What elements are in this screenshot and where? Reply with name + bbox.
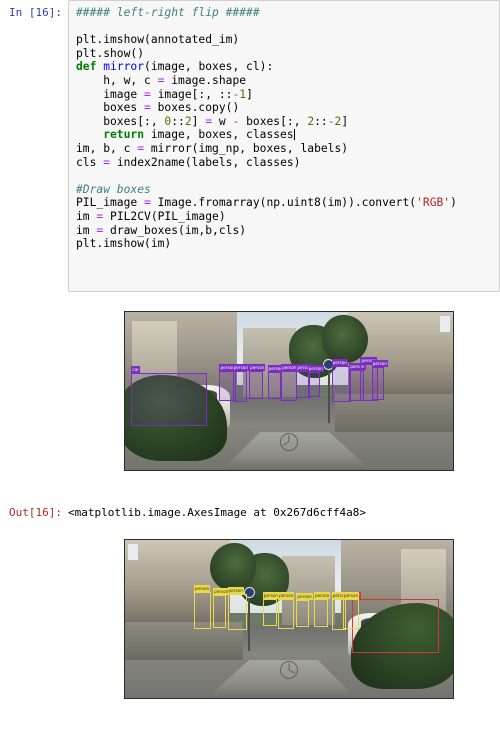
mercedes-star-emblem <box>280 661 298 680</box>
bounding-box-label: person <box>277 591 295 599</box>
bounding-box-person: person <box>307 364 324 398</box>
bounding-box-person: person <box>213 588 230 629</box>
bounding-box-person: person <box>331 359 351 402</box>
output-figure-original: car person person person person person person p… <box>62 303 500 499</box>
function-name-mirror: mirror <box>103 60 145 74</box>
x-tick-mark <box>205 698 206 699</box>
keyword-def: def <box>76 60 97 74</box>
x-tick-mark <box>165 698 166 699</box>
x-tick-mark <box>445 470 446 471</box>
bounding-box-label: person <box>232 363 249 371</box>
notebook-output-text-row: Out[16]: <matplotlib.image.AxesImage at … <box>0 505 500 520</box>
bounding-box-car: car <box>352 592 439 653</box>
bounding-box-person: person <box>232 363 249 402</box>
x-tick-mark <box>405 698 406 699</box>
bounding-box-label: person <box>249 364 266 372</box>
y-tick-mark <box>124 694 125 695</box>
x-tick-mark <box>245 470 246 471</box>
bounding-box-person: person <box>193 585 212 630</box>
bounding-box-car: car <box>131 365 207 427</box>
bounding-box-person: person <box>277 591 295 630</box>
y-tick-mark <box>124 601 125 602</box>
y-tick-mark <box>124 342 125 343</box>
bounding-box-label: person <box>262 592 280 600</box>
tree-two <box>210 543 257 591</box>
y-tick-mark <box>124 435 125 436</box>
y-tick-mark <box>124 570 125 571</box>
output-figure-mirrored: carpersonpersonpersonpersonpersonpersonp… <box>62 531 500 731</box>
bounding-box-label: person <box>331 359 348 367</box>
bounding-box-label: person <box>307 364 324 372</box>
bounding-box-person: person <box>267 365 284 400</box>
building-right-window <box>128 544 138 561</box>
tree-two <box>321 315 368 363</box>
x-tick-mark <box>445 698 446 699</box>
x-tick-mark <box>325 470 326 471</box>
bounding-box-person: person <box>371 360 388 401</box>
bounding-box-label: person <box>227 587 244 595</box>
bounding-box-person: person <box>296 593 313 628</box>
matplotlib-figure-2: carpersonpersonpersonpersonpersonpersonp… <box>62 531 500 731</box>
bounding-box-person: person <box>249 364 266 400</box>
bounding-box-label: person <box>342 592 360 600</box>
bounding-box-label: person <box>371 360 388 368</box>
y-tick-mark <box>124 540 125 541</box>
x-tick-mark <box>125 470 126 471</box>
y-tick-mark <box>124 404 125 405</box>
notebook-input-cell[interactable]: In [16]: ##### left-right flip ##### plt… <box>0 0 500 292</box>
sign-post-one <box>248 593 250 651</box>
bounding-box-person: person <box>281 363 298 402</box>
bounding-box-label: car <box>131 365 140 373</box>
bounding-box-label: person <box>193 585 211 593</box>
code-comment-flip: ##### left-right flip ##### <box>76 6 260 19</box>
output-prompt-label: Out[16]: <box>9 506 62 519</box>
plot-axes-original: car person person person person person person p… <box>124 311 454 471</box>
building-right-window <box>440 316 450 333</box>
plot-axes-mirrored: carpersonpersonpersonpersonpersonpersonp… <box>124 539 454 699</box>
bounding-box-person: person <box>342 592 360 629</box>
bounding-box-label: person <box>281 363 298 371</box>
code-comment-draw-boxes: #Draw boxes <box>76 182 151 196</box>
bounding-box-label: person <box>313 592 331 600</box>
x-tick-mark <box>285 698 286 699</box>
bounding-box-person: person <box>227 587 247 630</box>
x-tick-mark <box>365 698 366 699</box>
y-tick-mark <box>124 663 125 664</box>
output-repr-text: <matplotlib.image.AxesImage at 0x267d6cf… <box>68 506 367 519</box>
x-tick-mark <box>205 470 206 471</box>
mercedes-star-emblem <box>280 433 298 452</box>
source-code[interactable]: ##### left-right flip ##### plt.imshow(a… <box>76 6 495 251</box>
x-tick-mark <box>125 698 126 699</box>
x-tick-mark <box>165 470 166 471</box>
x-tick-mark <box>365 470 366 471</box>
x-tick-mark <box>325 698 326 699</box>
y-tick-mark <box>124 632 125 633</box>
x-tick-mark <box>405 470 406 471</box>
code-editor-area[interactable]: ##### left-right flip ##### plt.imshow(a… <box>68 0 500 292</box>
input-prompt-label: In [16]: <box>9 6 62 19</box>
bounding-box-person: person <box>262 592 280 626</box>
x-tick-mark <box>285 470 286 471</box>
text-cursor <box>293 129 295 141</box>
y-tick-mark <box>124 312 125 313</box>
x-tick-mark <box>245 698 246 699</box>
y-tick-mark <box>124 373 125 374</box>
bounding-box-person: person <box>313 592 331 628</box>
sign-post-one <box>328 365 330 423</box>
matplotlib-figure-1: car person person person person person person p… <box>62 303 500 499</box>
bounding-box-label: person <box>296 593 313 601</box>
y-tick-mark <box>124 466 125 467</box>
